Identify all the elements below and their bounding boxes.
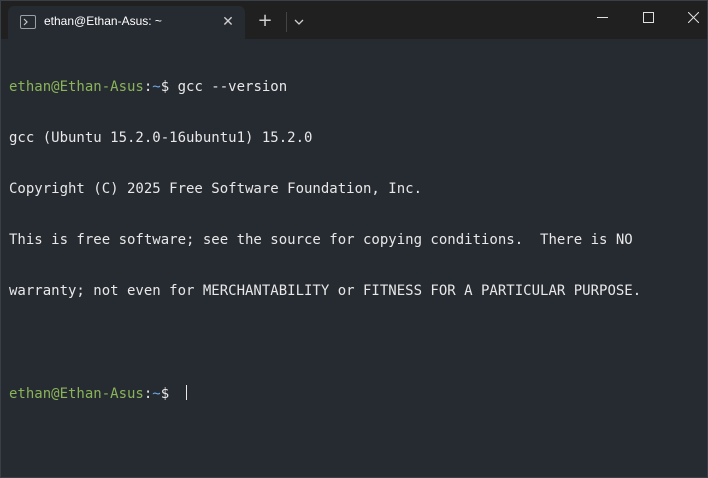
prompt-path: ~ <box>152 79 161 95</box>
output-line: This is free software; see the source fo… <box>9 232 633 248</box>
tab-active[interactable]: ethan@Ethan-Asus: ~ ✕ <box>8 6 245 39</box>
prompt-user: ethan@Ethan-Asus <box>9 386 144 402</box>
chevron-down-icon[interactable] <box>292 14 306 28</box>
prompt-user: ethan@Ethan-Asus <box>9 79 144 95</box>
terminal-prompt-icon <box>20 15 36 29</box>
tab-title: ethan@Ethan-Asus: ~ <box>44 14 162 28</box>
prompt-path: ~ <box>152 386 161 402</box>
prompt-symbol: $ <box>160 386 178 402</box>
terminal-output[interactable]: ethan@Ethan-Asus:~$ gcc --version gcc (U… <box>9 45 699 436</box>
close-icon[interactable]: ✕ <box>220 14 236 30</box>
output-line: warranty; not even for MERCHANTABILITY o… <box>9 283 642 299</box>
maximize-icon <box>643 12 654 23</box>
command-line: ethan@Ethan-Asus:~$ gcc --version <box>9 79 699 96</box>
title-bar[interactable]: ethan@Ethan-Asus: ~ ✕ + <box>1 1 707 39</box>
window-close-button[interactable] <box>670 1 708 33</box>
maximize-button[interactable] <box>625 1 671 33</box>
minimize-button[interactable] <box>579 1 625 33</box>
minimize-icon <box>597 17 608 18</box>
output-line: Copyright (C) 2025 Free Software Foundat… <box>9 181 423 197</box>
terminal-window: ethan@Ethan-Asus: ~ ✕ + ethan@Ethan-Asus… <box>0 0 708 478</box>
window-close-icon <box>688 12 699 23</box>
prompt-symbol: $ <box>160 79 178 95</box>
tab-divider <box>286 12 287 32</box>
output-line: gcc (Ubuntu 15.2.0-16ubuntu1) 15.2.0 <box>9 130 313 146</box>
new-tab-button[interactable]: + <box>255 11 275 31</box>
active-prompt-line[interactable]: ethan@Ethan-Asus:~$ <box>9 385 699 402</box>
command-text: gcc --version <box>177 79 288 95</box>
text-cursor <box>185 385 187 400</box>
